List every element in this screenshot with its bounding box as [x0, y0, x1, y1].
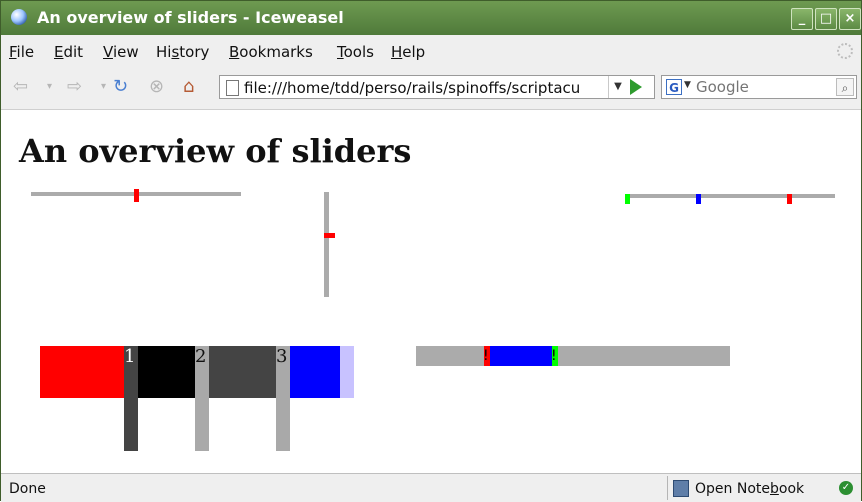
vertical-slider-track[interactable]: [324, 192, 329, 297]
status-divider: [667, 476, 668, 500]
menu-bookmarks[interactable]: Bookmarks: [229, 43, 313, 61]
search-engine-dropdown-icon[interactable]: ▼: [684, 80, 691, 90]
range-start-marker: !: [483, 348, 489, 364]
multi-slider-handle-red[interactable]: [787, 194, 792, 204]
multi-slider-handle-blue[interactable]: [696, 194, 701, 204]
range-slider-fill: [490, 346, 552, 366]
range-end-marker: !: [551, 348, 557, 364]
range-slider-track[interactable]: [416, 346, 730, 366]
close-button[interactable]: ×: [839, 8, 861, 30]
reload-icon[interactable]: ↻: [113, 77, 128, 97]
stop-icon[interactable]: ⊗: [149, 77, 164, 97]
segment-handle-label-3: 3: [276, 346, 288, 367]
home-icon[interactable]: ⌂: [183, 77, 194, 97]
navigation-toolbar: ⇦ ▾ ⇨ ▾ ↻ ⊗ ⌂ file:///home/tdd/perso/rai…: [1, 67, 861, 110]
title-bar: An overview of sliders - Iceweasel _ □ ×: [1, 1, 861, 35]
go-icon[interactable]: [630, 79, 642, 95]
back-history-icon[interactable]: ▾: [47, 77, 52, 97]
window-title: An overview of sliders - Iceweasel: [37, 8, 344, 27]
menu-tools[interactable]: Tools: [337, 43, 374, 61]
open-notebook-button[interactable]: Open Notebook: [695, 481, 804, 497]
forward-icon[interactable]: ⇨: [67, 77, 82, 97]
segment-red: [40, 346, 124, 398]
maximize-button[interactable]: □: [815, 8, 837, 30]
status-text: Done: [9, 481, 46, 497]
browser-window: An overview of sliders - Iceweasel _ □ ×…: [0, 0, 862, 502]
menu-file[interactable]: File: [9, 43, 34, 61]
minimize-button[interactable]: _: [791, 8, 813, 30]
menu-bar: File Edit View History Bookmarks Tools H…: [1, 35, 861, 67]
iceweasel-logo-icon: [11, 9, 27, 25]
back-icon[interactable]: ⇦: [13, 77, 28, 97]
page-content: An overview of sliders 1 2 3 ! !: [1, 110, 861, 472]
page-icon: [226, 80, 239, 96]
notebook-icon[interactable]: [673, 480, 689, 497]
url-text: file:///home/tdd/perso/rails/spinoffs/sc…: [244, 79, 581, 97]
multi-slider-handle-green[interactable]: [625, 194, 630, 204]
vertical-slider-handle[interactable]: [324, 233, 335, 238]
segment-handle-label-1: 1: [124, 346, 136, 367]
url-dropdown-icon[interactable]: ▼: [608, 76, 627, 98]
segment-lavender: [340, 346, 354, 398]
menu-edit[interactable]: Edit: [54, 43, 83, 61]
horizontal-slider-handle[interactable]: [134, 189, 139, 202]
segment-handle-label-2: 2: [195, 346, 207, 367]
search-input[interactable]: [696, 77, 828, 97]
menu-history[interactable]: History: [156, 43, 209, 61]
multi-handle-slider-track[interactable]: [625, 194, 835, 198]
forward-history-icon[interactable]: ▾: [101, 77, 106, 97]
status-bar: Done Open Notebook ✓: [1, 473, 861, 502]
menu-help[interactable]: Help: [391, 43, 425, 61]
url-bar[interactable]: file:///home/tdd/perso/rails/spinoffs/sc…: [219, 75, 655, 99]
page-title: An overview of sliders: [19, 132, 412, 170]
search-icon[interactable]: ⌕: [836, 78, 854, 96]
status-ok-icon: ✓: [839, 481, 853, 495]
search-bar[interactable]: G ▼ ⌕: [661, 75, 857, 99]
menu-view[interactable]: View: [103, 43, 139, 61]
throbber-icon: [837, 43, 853, 59]
search-engine-icon[interactable]: G: [666, 79, 682, 95]
